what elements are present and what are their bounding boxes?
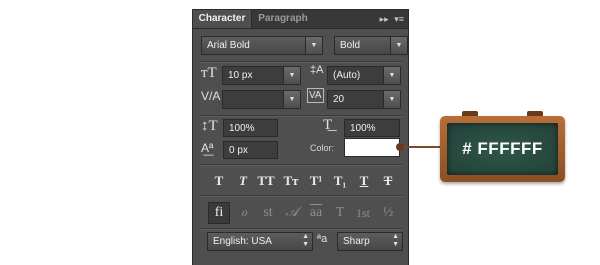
color-callout-board: # FFFFFF bbox=[440, 116, 565, 182]
chevron-down-icon: ▼ bbox=[305, 37, 322, 54]
vertical-scale-input[interactable]: 100% bbox=[223, 119, 278, 137]
divider bbox=[199, 164, 402, 166]
panel-tab-bar: Character Paragraph ▸▸ ▾≡ bbox=[193, 10, 408, 29]
up-down-arrow-icon: ▲ ▼ bbox=[302, 233, 309, 248]
divider bbox=[199, 61, 402, 63]
leading-icon: ‡A bbox=[310, 64, 324, 76]
tracking-icon: VA bbox=[307, 88, 324, 103]
underline-button[interactable]: T bbox=[354, 172, 374, 190]
color-label: Color: bbox=[310, 143, 335, 153]
discretionary-ligatures-button[interactable]: st bbox=[257, 202, 279, 224]
font-size-icon: ᴛT bbox=[201, 65, 217, 81]
leading-value: (Auto) bbox=[333, 70, 361, 81]
small-caps-button[interactable]: Tт bbox=[281, 172, 301, 190]
callout-pin bbox=[396, 143, 404, 151]
chevron-down-icon: ▼ bbox=[390, 37, 407, 54]
chevron-down-icon: ▼ bbox=[283, 67, 300, 84]
baseline-shift-input[interactable]: 0 px bbox=[223, 141, 278, 159]
faux-italic-button[interactable]: T bbox=[233, 172, 253, 190]
language-value: English: USA bbox=[213, 236, 272, 247]
tab-paragraph[interactable]: Paragraph bbox=[253, 10, 313, 28]
standard-ligatures-button[interactable]: fi bbox=[208, 202, 230, 224]
divider bbox=[199, 115, 402, 117]
callout-text: # FFFFFF bbox=[447, 123, 558, 175]
swash-button[interactable]: 𝒜 bbox=[281, 202, 303, 224]
faux-bold-button[interactable]: T bbox=[209, 172, 229, 190]
panel-controls: ▸▸ ▾≡ bbox=[377, 10, 404, 28]
divider bbox=[199, 195, 402, 197]
superscript-button[interactable]: T¹ bbox=[306, 172, 326, 190]
color-swatch[interactable] bbox=[344, 138, 400, 157]
kerning-dropdown[interactable]: ▼ bbox=[222, 90, 301, 109]
kerning-icon: V/A bbox=[201, 89, 221, 103]
antialias-dropdown[interactable]: Sharp ▲ ▼ bbox=[337, 232, 403, 251]
all-caps-button[interactable]: TT bbox=[256, 172, 276, 190]
tracking-value: 20 bbox=[333, 94, 345, 105]
panel-menu-icon[interactable]: ▾≡ bbox=[394, 10, 404, 28]
baseline-shift-icon: A͟ª bbox=[201, 141, 214, 155]
language-dropdown[interactable]: English: USA ▲ ▼ bbox=[207, 232, 313, 251]
antialias-icon: ªa bbox=[317, 233, 328, 245]
tracking-dropdown[interactable]: 20 ▼ bbox=[327, 90, 401, 109]
leading-dropdown[interactable]: (Auto) ▼ bbox=[327, 66, 401, 85]
antialias-value: Sharp bbox=[343, 236, 370, 247]
font-style-dropdown[interactable]: Bold ▼ bbox=[334, 36, 408, 55]
vertical-scale-icon: ↕T bbox=[201, 118, 218, 134]
divider bbox=[199, 228, 402, 230]
font-family-value: Arial Bold bbox=[207, 40, 250, 51]
collapse-icon[interactable]: ▸▸ bbox=[380, 10, 389, 28]
font-size-dropdown[interactable]: 10 px ▼ bbox=[222, 66, 301, 85]
titling-alternates-button[interactable]: T bbox=[329, 202, 351, 224]
horizontal-scale-input[interactable]: 100% bbox=[344, 119, 400, 137]
character-panel: Character Paragraph ▸▸ ▾≡ Arial Bold ▼ B… bbox=[192, 9, 409, 265]
subscript-button[interactable]: T₁ bbox=[330, 172, 350, 190]
contextual-alternates-button[interactable]: ℴ bbox=[233, 202, 255, 224]
font-family-dropdown[interactable]: Arial Bold ▼ bbox=[201, 36, 323, 55]
strikethrough-button[interactable]: T bbox=[378, 172, 398, 190]
ordinals-button[interactable]: 1st bbox=[352, 202, 374, 224]
chevron-down-icon: ▼ bbox=[383, 91, 400, 108]
font-style-value: Bold bbox=[340, 40, 361, 51]
font-size-value: 10 px bbox=[228, 70, 253, 81]
up-down-arrow-icon: ▲ ▼ bbox=[392, 233, 399, 248]
fractions-button[interactable]: ½ bbox=[377, 202, 399, 224]
chevron-down-icon: ▼ bbox=[283, 91, 300, 108]
tab-character[interactable]: Character bbox=[193, 10, 252, 28]
horizontal-scale-icon: T͟ bbox=[323, 117, 333, 133]
callout-connector bbox=[399, 146, 440, 148]
chevron-down-icon: ▼ bbox=[383, 67, 400, 84]
stylistic-alternates-button[interactable]: aa bbox=[305, 202, 327, 224]
